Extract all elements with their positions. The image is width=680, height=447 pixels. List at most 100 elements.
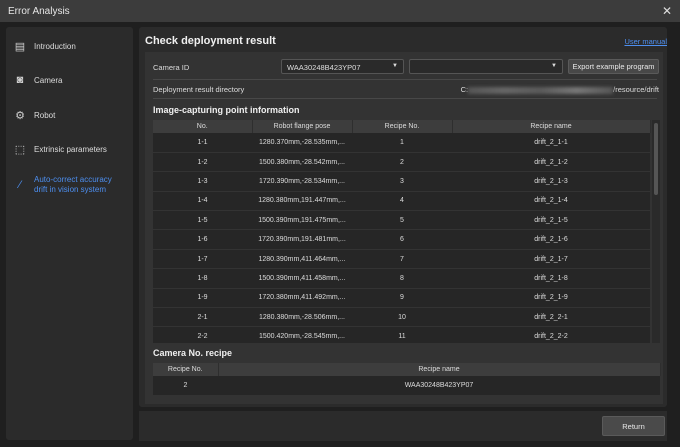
table-row[interactable]: 1-7 1280.390mm,411.464mm,... 7 drift_2_1-7 (153, 249, 650, 270)
table-cell: 2-2 (153, 326, 252, 343)
table-cell: 1-2 (153, 152, 252, 173)
drift-correct-icon: ⁄ (19, 179, 21, 191)
table-cell: 1280.390mm,411.464mm,... (252, 249, 352, 270)
sidebar: ▤ Introduction ◙ Camera ⚙ Robot ⬚ Extrinsic … (6, 27, 133, 440)
column-header[interactable]: Recipe name (452, 120, 651, 133)
return-button[interactable]: Return (602, 416, 665, 436)
sidebar-item-camera[interactable]: ◙ Camera (14, 74, 63, 86)
chevron-down-icon: ▼ (392, 63, 398, 69)
table-cell: 4 (352, 191, 452, 212)
table-row[interactable]: 1-4 1280.380mm,191.447mm,... 4 drift_2_1-4 (153, 191, 650, 212)
table-row[interactable]: 1-8 1500.390mm,411.458mm,... 8 drift_2_1-8 (153, 268, 650, 289)
camera-id-label: Camera ID (153, 63, 190, 72)
table-cell: drift_2_2-2 (452, 326, 650, 343)
table-row[interactable]: 1-2 1500.380mm,-28.542mm,... 2 drift_2_1-2 (153, 152, 650, 173)
chevron-down-icon: ▼ (551, 63, 557, 69)
table-cell: drift_2_1-3 (452, 171, 650, 192)
table-row[interactable]: 1-9 1720.380mm,411.492mm,... 9 drift_2_1-9 (153, 288, 650, 309)
table-cell: 1720.380mm,411.492mm,... (252, 288, 352, 309)
table-cell: 1-4 (153, 191, 252, 212)
table-cell: WAA30248B423YP07 (218, 376, 660, 396)
table-cell: 1500.390mm,191.475mm,... (252, 210, 352, 231)
close-icon[interactable]: ✕ (662, 4, 672, 18)
table-cell: 1280.370mm,-28.535mm,... (252, 133, 352, 153)
table-row[interactable]: 1-5 1500.390mm,191.475mm,... 5 drift_2_1-5 (153, 210, 650, 231)
footer-bar: Return (139, 411, 667, 441)
sidebar-item-label: Extrinsic parameters (34, 144, 107, 154)
table-cell: 3 (352, 171, 452, 192)
table-cell: 1-6 (153, 229, 252, 250)
sidebar-item-robot[interactable]: ⚙ Robot (14, 109, 56, 122)
table-cell: 1720.390mm,-28.534mm,... (252, 171, 352, 192)
points-table: No. Robot flange pose Recipe No. Recipe nam… (153, 120, 651, 343)
table-row[interactable]: 1-1 1280.370mm,-28.535mm,... 1 drift_2_1-1 (153, 133, 650, 153)
directory-label: Deployment result directory (153, 85, 245, 94)
table-cell: 5 (352, 210, 452, 231)
directory-value: C: /resource/drift (461, 85, 659, 94)
table-cell: drift_2_1-6 (452, 229, 650, 250)
sidebar-item-introduction[interactable]: ▤ Introduction (14, 40, 76, 53)
table-cell: 10 (352, 307, 452, 328)
sidebar-item-label: Camera (34, 75, 63, 85)
table-cell: 8 (352, 268, 452, 289)
table-row[interactable]: 2-2 1500.420mm,-28.545mm,... 11 drift_2_2-2 (153, 326, 650, 343)
table-cell: drift_2_1-9 (452, 288, 650, 309)
sidebar-item-label: drift in vision system (34, 185, 107, 194)
table-cell: 1-7 (153, 249, 252, 270)
table-cell: 1280.380mm,-28.506mm,... (252, 307, 352, 328)
divider (153, 79, 657, 80)
sidebar-item-auto-correct[interactable]: ⁄ Auto-correct accuracy drift in vision sy… (14, 175, 112, 195)
secondary-select[interactable]: ▼ (409, 59, 563, 74)
table-cell: 6 (352, 229, 452, 250)
table-cell: 9 (352, 288, 452, 309)
column-header[interactable]: Recipe name (218, 363, 661, 376)
column-header[interactable]: Robot flange pose (252, 120, 353, 133)
camera-recipe-title: Camera No. recipe (153, 348, 233, 358)
column-header[interactable]: No. (153, 120, 253, 133)
table-cell: 2-1 (153, 307, 252, 328)
table-cell: 1720.390mm,191.481mm,... (252, 229, 352, 250)
title-bar: Error Analysis ✕ (0, 0, 680, 22)
table-cell: 1280.380mm,191.447mm,... (252, 191, 352, 212)
divider (153, 98, 657, 99)
sidebar-item-label: Robot (34, 110, 56, 120)
points-table-container: No. Robot flange pose Recipe No. Recipe nam… (153, 120, 660, 343)
user-manual-link[interactable]: User manual (624, 37, 667, 46)
table-cell: 2 (352, 152, 452, 173)
table-row[interactable]: 2-1 1280.380mm,-28.506mm,... 10 drift_2_2-1 (153, 307, 650, 328)
scrollbar[interactable] (652, 120, 660, 343)
directory-suffix: /resource/drift (613, 85, 659, 94)
table-cell: 2 (153, 376, 218, 396)
table-cell: 7 (352, 249, 452, 270)
table-cell: 1-3 (153, 171, 252, 192)
table-cell: drift_2_1-7 (452, 249, 650, 270)
robot-arm-icon: ⚙ (15, 109, 25, 122)
column-header[interactable]: Recipe No. (352, 120, 453, 133)
table-row[interactable]: 1-3 1720.390mm,-28.534mm,... 3 drift_2_1-3 (153, 171, 650, 192)
table-cell: 1-8 (153, 268, 252, 289)
table-cell: drift_2_1-5 (452, 210, 650, 231)
page-title: Check deployment result (145, 35, 276, 47)
table-row[interactable]: 1-6 1720.390mm,191.481mm,... 6 drift_2_1-6 (153, 229, 650, 250)
document-icon: ▤ (14, 40, 26, 53)
table-cell: 1 (352, 133, 452, 153)
camera-icon: ◙ (16, 74, 24, 86)
camera-recipe-table: Recipe No. Recipe name 2 WAA30248B423YP07 (153, 363, 661, 396)
table-cell: drift_2_1-1 (452, 133, 650, 153)
camera-id-select[interactable]: WAA30248B423YP07 ▼ (281, 59, 404, 74)
sidebar-item-label: Auto-correct accuracy (34, 175, 112, 184)
column-header[interactable]: Recipe No. (153, 363, 219, 376)
table-cell: 11 (352, 326, 452, 343)
table-cell: 1-1 (153, 133, 252, 153)
window-title: Error Analysis (8, 5, 70, 17)
table-cell: drift_2_2-1 (452, 307, 650, 328)
table-cell: 1500.420mm,-28.545mm,... (252, 326, 352, 343)
main-panel: Check deployment result User manual Came… (139, 27, 667, 407)
directory-prefix: C: (460, 85, 469, 94)
table-row[interactable]: 2 WAA30248B423YP07 (153, 376, 660, 396)
export-example-program-button[interactable]: Export example program (568, 59, 659, 74)
sidebar-item-extrinsic-parameters[interactable]: ⬚ Extrinsic parameters (14, 143, 107, 156)
table-cell: drift_2_1-8 (452, 268, 650, 289)
extrinsic-icon: ⬚ (14, 143, 26, 156)
scrollbar-thumb[interactable] (654, 123, 658, 195)
